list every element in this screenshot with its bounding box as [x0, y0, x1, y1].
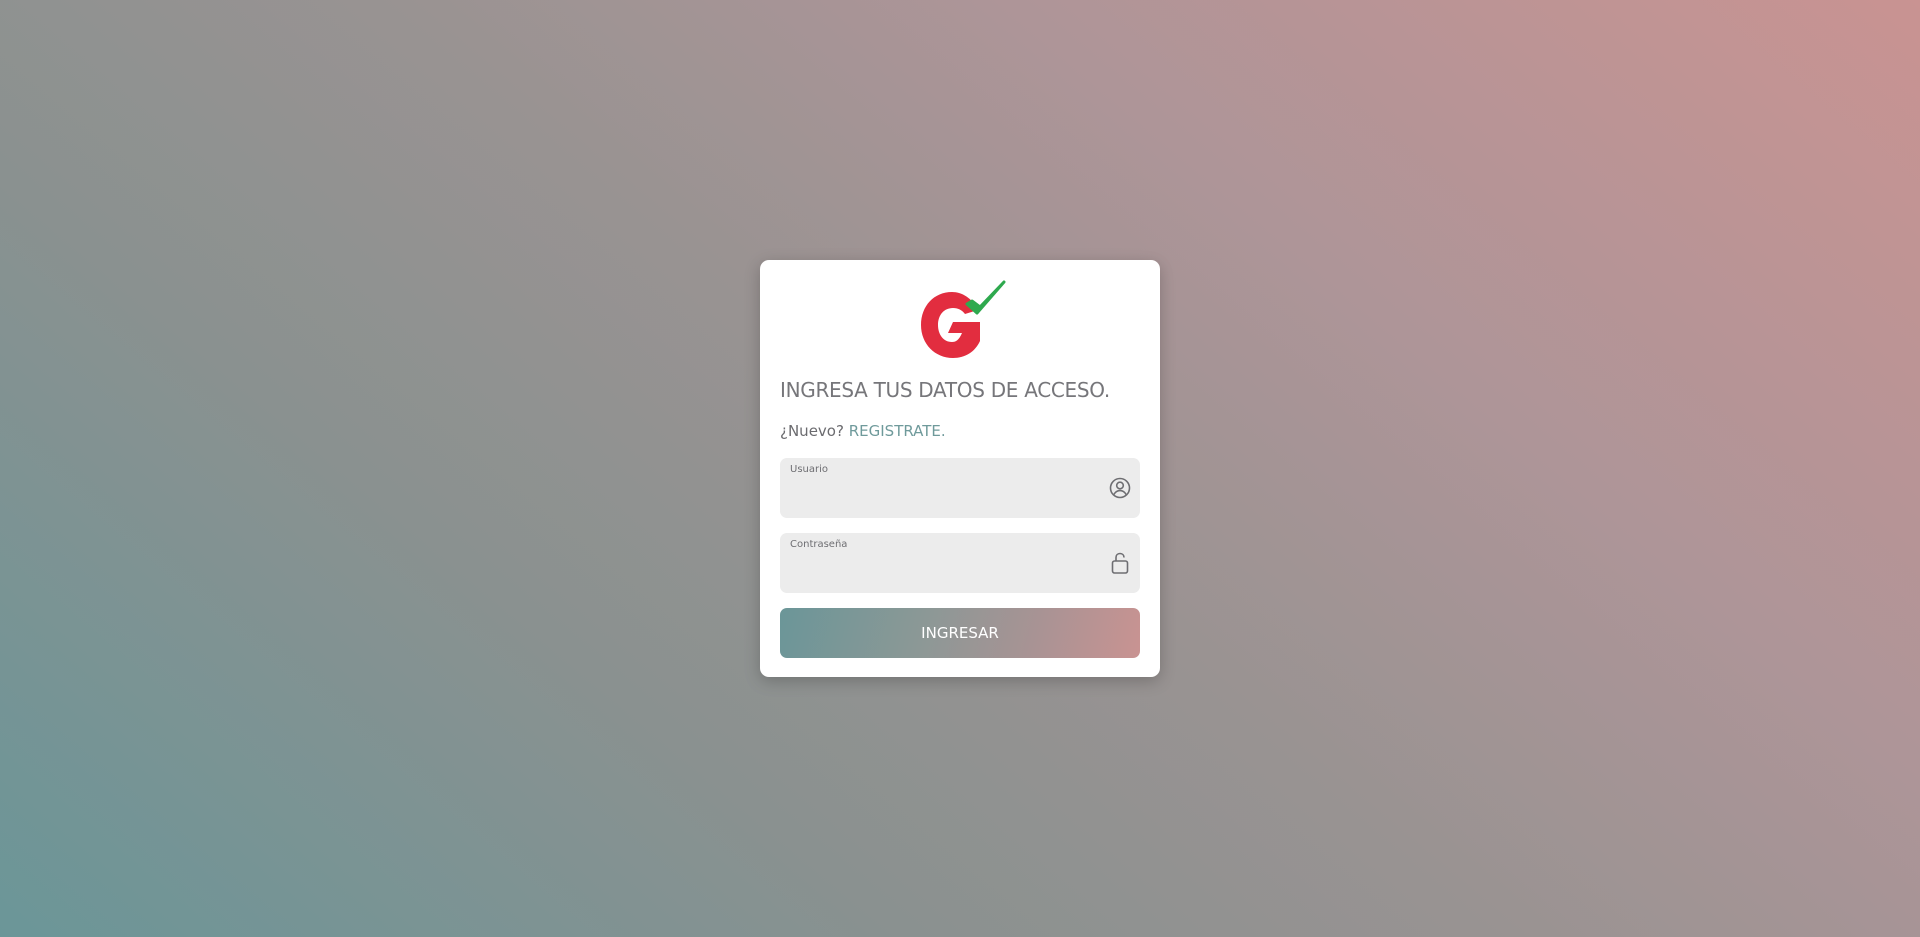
user-circle-icon [1109, 477, 1131, 499]
password-input[interactable] [790, 557, 1094, 585]
register-link[interactable]: REGISTRATE. [849, 422, 946, 440]
login-submit-button[interactable]: INGRESAR [780, 608, 1140, 658]
login-card: INGRESA TUS DATOS DE ACCESO. ¿Nuevo? REG… [760, 260, 1160, 677]
username-input[interactable] [790, 482, 1094, 510]
brand-logo [921, 280, 1006, 358]
lock-icon [1111, 552, 1129, 574]
new-user-text: ¿Nuevo? [780, 422, 844, 440]
login-heading: INGRESA TUS DATOS DE ACCESO. [780, 378, 1110, 402]
register-prompt: ¿Nuevo? REGISTRATE. [780, 422, 946, 440]
password-field[interactable]: Contraseña [780, 533, 1140, 593]
username-label: Usuario [790, 464, 829, 475]
username-field[interactable]: Usuario [780, 458, 1140, 518]
password-label: Contraseña [790, 539, 848, 550]
